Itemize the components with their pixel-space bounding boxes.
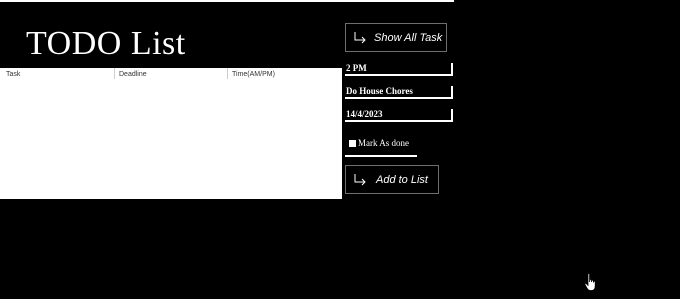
hand-pointer-icon	[584, 273, 596, 291]
top-edge-strip	[0, 0, 454, 2]
show-all-tasks-button[interactable]: Show All Task	[345, 23, 447, 52]
column-header-time[interactable]: Time(AM/PM)	[232, 71, 275, 78]
task-table[interactable]: Task Deadline Time(AM/PM)	[0, 68, 342, 199]
add-to-list-button[interactable]: Add to List	[345, 165, 439, 194]
column-divider[interactable]	[114, 68, 115, 79]
mark-as-done-label: Mark As done	[358, 138, 409, 148]
checkbox-box[interactable]	[349, 140, 356, 147]
column-header-task[interactable]: Task	[6, 71, 20, 78]
app-title: TODO List	[26, 25, 186, 62]
add-to-list-label: Add to List	[376, 174, 428, 186]
column-divider[interactable]	[227, 68, 228, 79]
column-header-deadline[interactable]: Deadline	[119, 71, 147, 78]
turn-right-arrow-icon	[354, 174, 366, 186]
turn-right-arrow-icon	[354, 32, 366, 44]
show-all-tasks-label: Show All Task	[374, 32, 443, 44]
task-input[interactable]	[345, 86, 453, 99]
mark-as-done-checkbox[interactable]: Mark As done	[345, 138, 417, 157]
time-input[interactable]	[345, 63, 453, 76]
date-input[interactable]	[345, 109, 453, 122]
